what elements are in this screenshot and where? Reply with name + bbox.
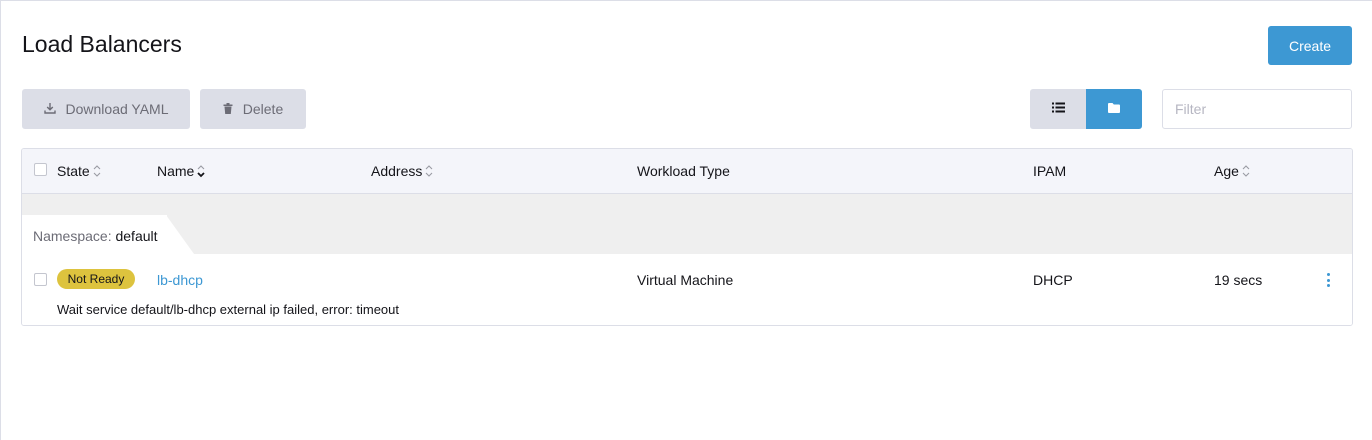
download-yaml-label: Download YAML xyxy=(65,101,169,117)
load-balancers-table: State Name Address Workload Type IPAM Ag… xyxy=(21,148,1353,326)
select-all-checkbox[interactable] xyxy=(34,163,47,176)
delete-label: Delete xyxy=(242,101,284,117)
namespace-value: default xyxy=(115,228,158,244)
table-header: State Name Address Workload Type IPAM Ag… xyxy=(22,149,1352,194)
column-label-name: Name xyxy=(157,163,195,179)
row-checkbox[interactable] xyxy=(34,273,47,286)
column-header-ipam: IPAM xyxy=(1033,163,1066,179)
page-title: Load Balancers xyxy=(22,31,182,57)
sort-icon xyxy=(425,164,433,178)
status-badge: Not Ready xyxy=(57,269,135,289)
row-status-message: Wait service default/lb-dhcp external ip… xyxy=(57,302,400,317)
filter-input[interactable] xyxy=(1162,89,1352,129)
list-view-button[interactable] xyxy=(1030,89,1086,129)
view-toggle xyxy=(1030,89,1142,129)
column-label-address: Address xyxy=(371,163,423,179)
column-label-ipam: IPAM xyxy=(1033,163,1067,179)
folder-view-button[interactable] xyxy=(1086,89,1142,129)
namespace-prefix: Namespace: xyxy=(33,228,112,244)
trash-icon xyxy=(223,101,233,117)
column-header-workload-type: Workload Type xyxy=(637,163,730,179)
delete-button[interactable]: Delete xyxy=(200,89,306,129)
column-header-address[interactable]: Address xyxy=(371,163,433,179)
column-label-workload-type: Workload Type xyxy=(637,163,730,179)
sort-active-icon xyxy=(197,164,205,178)
row-workload-type: Virtual Machine xyxy=(637,272,734,288)
create-button[interactable]: Create xyxy=(1268,26,1352,65)
sort-icon xyxy=(93,164,101,178)
download-icon xyxy=(43,101,56,117)
column-header-state[interactable]: State xyxy=(57,163,101,179)
kebab-icon[interactable] xyxy=(1323,271,1333,289)
column-label-age: Age xyxy=(1214,163,1239,179)
row-name-link[interactable]: lb-dhcp xyxy=(157,272,203,288)
group-tab-edge xyxy=(166,215,194,254)
sort-icon xyxy=(1242,164,1250,178)
folder-icon xyxy=(1108,100,1120,118)
list-icon xyxy=(1051,100,1065,118)
column-header-name[interactable]: Name xyxy=(157,163,205,179)
column-header-age[interactable]: Age xyxy=(1214,163,1250,179)
download-yaml-button[interactable]: Download YAML xyxy=(22,89,190,129)
group-row xyxy=(22,194,1352,254)
row-age: 19 secs xyxy=(1214,272,1263,288)
namespace-group-label: Namespace: default xyxy=(33,228,158,244)
row-ipam: DHCP xyxy=(1033,272,1073,288)
column-label-state: State xyxy=(57,163,90,179)
